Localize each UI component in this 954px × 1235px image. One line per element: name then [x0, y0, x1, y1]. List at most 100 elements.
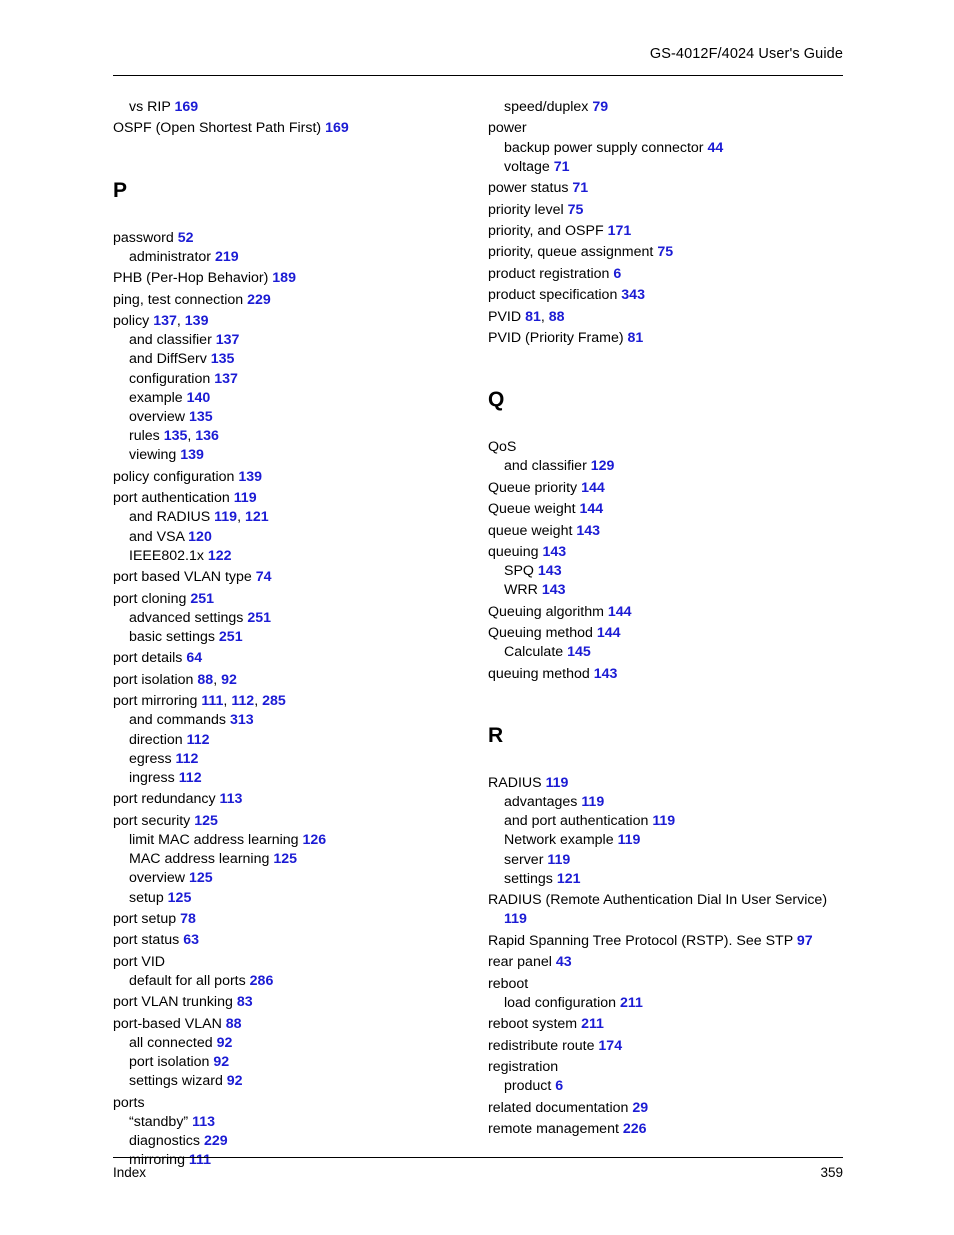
- index-subentry[interactable]: diagnostics 229: [129, 1132, 473, 1151]
- page-reference-link[interactable]: 122: [208, 548, 232, 564]
- index-entry[interactable]: remote management 226: [488, 1120, 848, 1139]
- page-reference-link[interactable]: 81: [628, 330, 644, 346]
- page-reference-link[interactable]: 286: [250, 973, 274, 989]
- index-subentry[interactable]: overview 125: [129, 869, 473, 888]
- page-reference-link[interactable]: 137: [153, 313, 177, 329]
- index-subentry[interactable]: server 119: [504, 851, 848, 870]
- page-reference-link[interactable]: 174: [598, 1038, 622, 1054]
- index-subentry[interactable]: all connected 92: [129, 1034, 473, 1053]
- page-reference-link[interactable]: 143: [542, 544, 566, 560]
- page-reference-link[interactable]: 126: [302, 832, 326, 848]
- page-reference-link[interactable]: 113: [192, 1114, 215, 1130]
- index-entry[interactable]: PVID 81, 88: [488, 308, 848, 327]
- index-entry[interactable]: policy 137, 139: [113, 312, 473, 331]
- page-reference-link[interactable]: 88: [226, 1016, 242, 1032]
- index-subentry[interactable]: settings wizard 92: [129, 1072, 473, 1091]
- page-reference-link[interactable]: 129: [591, 458, 615, 474]
- index-entry[interactable]: port based VLAN type 74: [113, 568, 473, 587]
- page-reference-link[interactable]: 135: [189, 409, 213, 425]
- page-reference-link[interactable]: 113: [220, 791, 243, 807]
- index-subentry[interactable]: port isolation 92: [129, 1053, 473, 1072]
- index-subentry[interactable]: rules 135, 136: [129, 427, 473, 446]
- index-entry[interactable]: product specification 343: [488, 286, 848, 305]
- page-reference-link[interactable]: 74: [256, 569, 272, 585]
- index-entry[interactable]: QoS: [488, 438, 848, 457]
- index-entry[interactable]: reboot: [488, 975, 848, 994]
- page-reference-link[interactable]: 6: [555, 1078, 563, 1094]
- index-entry[interactable]: port isolation 88, 92: [113, 671, 473, 690]
- index-entry[interactable]: product registration 6: [488, 265, 848, 284]
- page-reference-link[interactable]: 211: [581, 1016, 604, 1032]
- index-subentry[interactable]: basic settings 251: [129, 628, 473, 647]
- index-subentry[interactable]: Network example 119: [504, 831, 848, 850]
- page-reference-link[interactable]: 143: [542, 582, 566, 598]
- index-subentry[interactable]: load configuration 211: [504, 994, 848, 1013]
- index-subentry[interactable]: MAC address learning 125: [129, 850, 473, 869]
- page-reference-link[interactable]: 137: [216, 332, 240, 348]
- index-subentry[interactable]: WRR 143: [504, 581, 848, 600]
- index-entry[interactable]: password 52: [113, 229, 473, 248]
- index-entry[interactable]: Queuing algorithm 144: [488, 603, 848, 622]
- index-subentry[interactable]: viewing 139: [129, 446, 473, 465]
- page-reference-link[interactable]: 189: [272, 270, 296, 286]
- index-entry[interactable]: port VID: [113, 953, 473, 972]
- page-reference-link[interactable]: 171: [608, 223, 632, 239]
- index-entry[interactable]: power status 71: [488, 179, 848, 198]
- index-subentry[interactable]: and classifier 137: [129, 331, 473, 350]
- page-reference-link[interactable]: 121: [557, 871, 581, 887]
- index-subentry[interactable]: and classifier 129: [504, 457, 848, 476]
- page-reference-link[interactable]: 211: [620, 995, 643, 1011]
- page-reference-link[interactable]: 121: [245, 509, 269, 525]
- index-entry[interactable]: RADIUS 119: [488, 774, 848, 793]
- index-entry[interactable]: RADIUS (Remote Authentication Dial In Us…: [488, 891, 848, 929]
- index-entry[interactable]: port redundancy 113: [113, 790, 473, 809]
- index-entry[interactable]: ping, test connection 229: [113, 291, 473, 310]
- page-reference-link[interactable]: 144: [597, 625, 621, 641]
- page-reference-link[interactable]: 169: [325, 120, 349, 136]
- page-reference-link[interactable]: 78: [180, 911, 196, 927]
- index-entry[interactable]: PVID (Priority Frame) 81: [488, 329, 848, 348]
- page-reference-link[interactable]: 285: [262, 693, 286, 709]
- index-subentry[interactable]: SPQ 143: [504, 562, 848, 581]
- page-reference-link[interactable]: 136: [195, 428, 219, 444]
- page-reference-link[interactable]: 137: [214, 371, 238, 387]
- page-reference-link[interactable]: 71: [572, 180, 588, 196]
- page-reference-link[interactable]: 125: [273, 851, 297, 867]
- index-entry[interactable]: redistribute route 174: [488, 1037, 848, 1056]
- page-reference-link[interactable]: 143: [576, 523, 600, 539]
- index-entry[interactable]: OSPF (Open Shortest Path First) 169: [113, 119, 473, 138]
- page-reference-link[interactable]: 125: [194, 813, 218, 829]
- index-entry[interactable]: Queue priority 144: [488, 479, 848, 498]
- page-reference-link[interactable]: 112: [176, 751, 199, 767]
- index-subentry[interactable]: settings 121: [504, 870, 848, 889]
- page-reference-link[interactable]: 343: [621, 287, 645, 303]
- index-subentry[interactable]: overview 135: [129, 408, 473, 427]
- index-subentry[interactable]: egress 112: [129, 750, 473, 769]
- page-reference-link[interactable]: 81: [525, 309, 541, 325]
- index-subentry[interactable]: and VSA 120: [129, 528, 473, 547]
- index-subentry[interactable]: speed/duplex 79: [504, 98, 848, 117]
- index-subentry[interactable]: advanced settings 251: [129, 609, 473, 628]
- page-reference-link[interactable]: 83: [237, 994, 253, 1010]
- index-entry[interactable]: rear panel 43: [488, 953, 848, 972]
- page-reference-link[interactable]: 112: [231, 693, 254, 709]
- index-subentry[interactable]: advantages 119: [504, 793, 848, 812]
- index-subentry[interactable]: configuration 137: [129, 370, 473, 389]
- page-reference-link[interactable]: 88: [549, 309, 565, 325]
- page-reference-link[interactable]: 313: [230, 712, 254, 728]
- index-subentry[interactable]: default for all ports 286: [129, 972, 473, 991]
- page-reference-link[interactable]: 226: [623, 1121, 647, 1137]
- page-reference-link[interactable]: 125: [189, 870, 213, 886]
- index-subentry[interactable]: ingress 112: [129, 769, 473, 788]
- page-reference-link[interactable]: 92: [221, 672, 237, 688]
- page-reference-link[interactable]: 139: [238, 469, 262, 485]
- page-reference-link[interactable]: 88: [197, 672, 213, 688]
- index-entry[interactable]: registration: [488, 1058, 848, 1077]
- index-entry[interactable]: related documentation 29: [488, 1099, 848, 1118]
- page-reference-link[interactable]: 75: [657, 244, 673, 260]
- page-reference-link[interactable]: 119: [618, 832, 641, 848]
- index-entry[interactable]: Rapid Spanning Tree Protocol (RSTP). See…: [488, 932, 848, 951]
- page-reference-link[interactable]: 139: [185, 313, 209, 329]
- index-subentry[interactable]: product 6: [504, 1077, 848, 1096]
- index-entry[interactable]: Queuing method 144: [488, 624, 848, 643]
